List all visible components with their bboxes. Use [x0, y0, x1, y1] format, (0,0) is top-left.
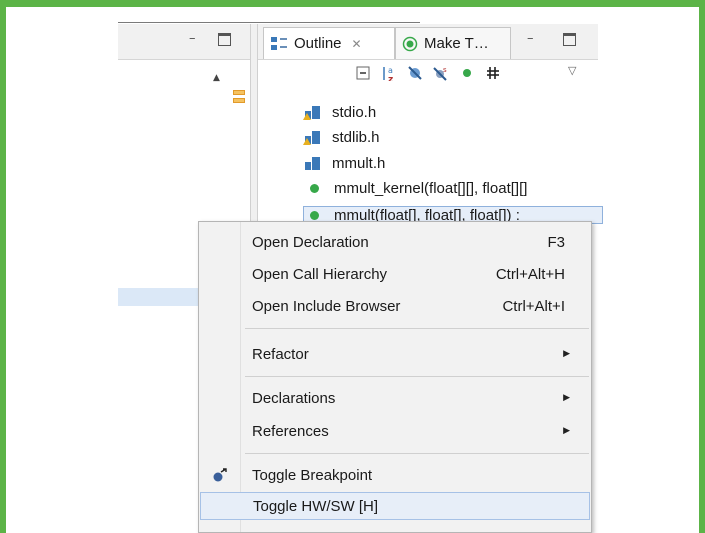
menu-separator — [245, 453, 589, 454]
hide-fields-icon[interactable] — [407, 65, 423, 81]
outline-header: Outline ✕ Make T… – — [258, 24, 598, 60]
screenshot-frame: – ▲ Outline ✕ Make T… – a z s ▽ stdio.h … — [0, 0, 705, 533]
function-icon — [310, 183, 319, 193]
scroll-up-arrow-icon[interactable]: ▲ — [213, 73, 220, 83]
menu-item-open-call-hierarchy[interactable]: Open Call Hierarchy Ctrl+Alt+H — [200, 260, 590, 288]
hide-static-icon[interactable]: s — [433, 65, 449, 81]
maximize-icon[interactable] — [218, 33, 231, 46]
sort-az-icon[interactable]: az — [381, 65, 397, 81]
context-menu: Open Declaration F3 Open Call Hierarchy … — [198, 221, 592, 533]
menu-item-label: Open Declaration — [252, 233, 369, 251]
menu-item-toggle-hw-sw[interactable]: Toggle HW/SW [H] — [200, 492, 590, 520]
tree-item[interactable]: mmult_kernel(float[][], float[][] — [305, 178, 527, 198]
menu-item-label: Open Call Hierarchy — [252, 265, 388, 283]
menu-separator — [245, 376, 589, 377]
menu-item-refactor[interactable]: Refactor ▶ — [200, 340, 590, 368]
maximize-icon[interactable] — [563, 33, 576, 46]
make-target-icon — [402, 36, 418, 51]
menu-item-shortcut: F3 — [547, 233, 565, 251]
menu-item-toggle-breakpoint[interactable]: Toggle Breakpoint — [200, 461, 590, 489]
close-tab-icon[interactable]: ✕ — [352, 37, 362, 51]
submenu-arrow-icon: ▶ — [563, 349, 570, 359]
overview-ruler-marker-icon[interactable] — [233, 90, 245, 112]
editor-top-border — [118, 22, 420, 23]
menu-separator — [245, 328, 589, 329]
minimize-icon[interactable]: – — [189, 32, 196, 46]
outline-view-icon — [271, 36, 287, 50]
tree-item-label: mmult.h — [332, 154, 386, 172]
menu-item-label: Declarations — [252, 389, 336, 407]
tab-make-target-label: Make T… — [424, 35, 489, 52]
tree-item-label: stdio.h — [332, 103, 377, 121]
tree-item-label: stdlib.h — [332, 128, 380, 146]
menu-item-shortcut: Ctrl+Alt+I — [502, 297, 565, 315]
view-menu-icon[interactable]: ▽ — [568, 64, 576, 77]
tree-item[interactable]: mmult.h — [305, 153, 385, 173]
svg-text:z: z — [388, 75, 393, 81]
submenu-arrow-icon: ▶ — [563, 426, 570, 436]
tree-item[interactable]: stdlib.h — [303, 127, 380, 147]
menu-item-label: Refactor — [252, 345, 309, 363]
hide-non-public-icon[interactable] — [459, 65, 475, 81]
menu-item-open-include-browser[interactable]: Open Include Browser Ctrl+Alt+I — [200, 292, 590, 320]
menu-item-shortcut: Ctrl+Alt+H — [495, 265, 565, 283]
menu-item-open-declaration[interactable]: Open Declaration F3 — [200, 228, 590, 256]
menu-item-label: Toggle Breakpoint — [252, 466, 373, 484]
minimize-icon[interactable]: – — [527, 32, 534, 46]
tab-outline[interactable]: Outline ✕ — [263, 27, 395, 59]
svg-text:s: s — [443, 66, 447, 74]
tree-item-label: mmult_kernel(float[][], float[][] — [334, 179, 528, 197]
submenu-arrow-icon: ▶ — [563, 393, 570, 403]
menu-item-declarations[interactable]: Declarations ▶ — [200, 384, 590, 412]
tab-make-target[interactable]: Make T… — [395, 27, 511, 59]
hide-inactive-icon[interactable] — [485, 65, 501, 81]
frame-top-border — [0, 0, 705, 7]
tab-outline-label: Outline — [294, 35, 342, 52]
frame-left-border — [0, 0, 6, 533]
menu-item-label: Toggle HW/SW [H] — [253, 497, 379, 515]
function-icon — [310, 210, 319, 220]
editor-header: – — [118, 24, 250, 60]
frame-right-border — [699, 0, 705, 533]
collapse-all-icon[interactable] — [355, 65, 371, 81]
menu-item-references[interactable]: References ▶ — [200, 417, 590, 445]
tree-item[interactable]: stdio.h — [303, 102, 377, 122]
include-icon — [305, 156, 320, 170]
include-warning-icon — [303, 105, 320, 120]
include-warning-icon — [303, 130, 320, 145]
menu-item-label: Open Include Browser — [252, 297, 401, 315]
outline-toolbar: az s — [355, 65, 501, 81]
svg-text:a: a — [388, 66, 393, 75]
breakpoint-icon — [213, 468, 227, 482]
menu-item-label: References — [252, 422, 329, 440]
